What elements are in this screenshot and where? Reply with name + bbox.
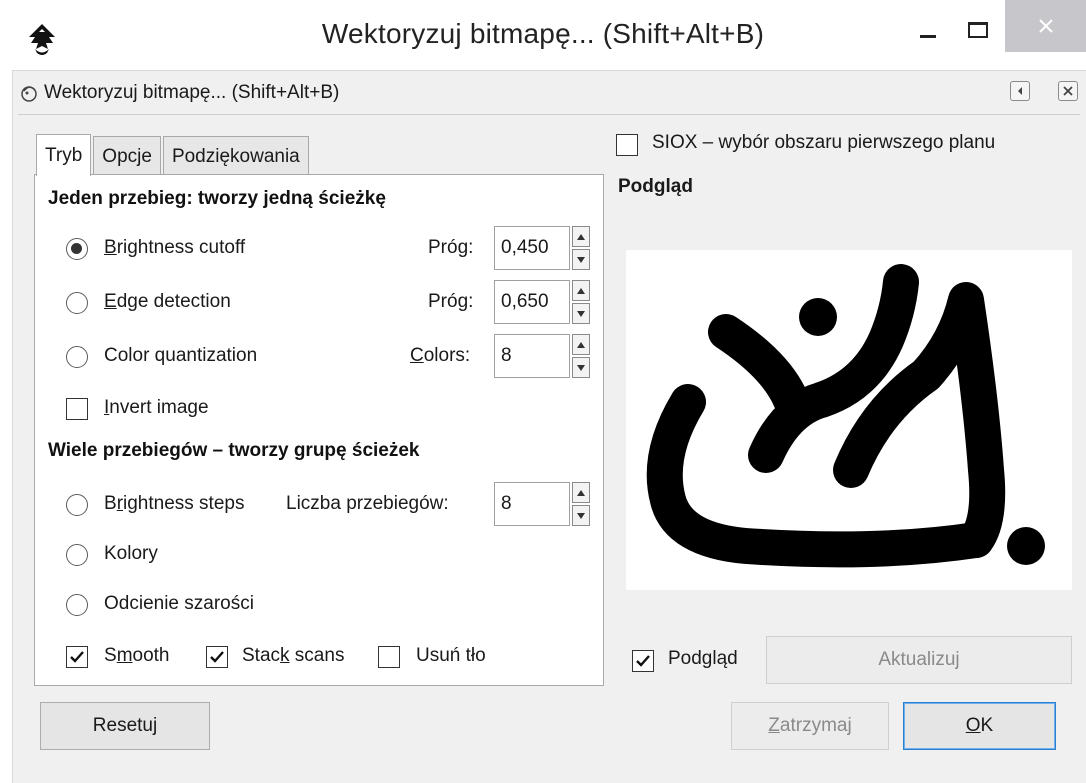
decrement-button[interactable]: [572, 303, 590, 324]
live-preview-checkbox[interactable]: [632, 650, 654, 672]
colors-multi-radio[interactable]: [66, 544, 88, 566]
arrow-down-icon: [577, 310, 585, 317]
dock-close-icon: [1063, 86, 1073, 96]
stack-scans-label[interactable]: Stack scans: [242, 645, 344, 667]
checkmark-icon: [70, 651, 84, 663]
dock-close-button[interactable]: [1058, 81, 1078, 101]
colors-multi-label[interactable]: Kolory: [104, 543, 158, 565]
preview-area: [626, 250, 1072, 590]
grays-radio[interactable]: [66, 594, 88, 616]
stack-scans-checkbox[interactable]: [206, 646, 228, 668]
color-quantization-label[interactable]: Color quantization: [104, 345, 257, 367]
ok-button[interactable]: OK: [903, 702, 1056, 750]
edge-threshold-label: Próg:: [428, 291, 474, 312]
tab-podziekowania[interactable]: Podziękowania: [162, 136, 309, 176]
checkmark-icon: [636, 655, 650, 667]
minimize-icon: [920, 34, 936, 38]
brightness-cutoff-radio[interactable]: [66, 238, 88, 260]
checkmark-icon: [210, 651, 224, 663]
colors-count-stepper: [572, 334, 590, 378]
increment-button[interactable]: [572, 482, 590, 503]
remove-background-checkbox[interactable]: [378, 646, 400, 668]
dock-trace-icon: [21, 86, 37, 102]
edge-detection-label[interactable]: Edge detection: [104, 291, 231, 313]
maximize-icon: [968, 22, 988, 38]
colors-count-input[interactable]: 8: [494, 334, 570, 378]
tab-opcje[interactable]: Opcje: [93, 136, 161, 176]
smooth-label[interactable]: Smooth: [104, 645, 170, 667]
close-button[interactable]: [1005, 0, 1086, 52]
siox-checkbox[interactable]: [616, 134, 638, 156]
dock-iconify-button[interactable]: [1010, 81, 1030, 101]
arrow-up-icon: [577, 341, 585, 348]
traced-shape-preview: [646, 264, 1045, 568]
increment-button[interactable]: [572, 334, 590, 355]
edge-threshold-input[interactable]: 0,650: [494, 280, 570, 324]
update-preview-button[interactable]: Aktualizuj: [766, 636, 1072, 684]
arrow-down-icon: [577, 512, 585, 519]
tab-tryb[interactable]: Tryb: [36, 134, 92, 176]
decrement-button[interactable]: [572, 249, 590, 270]
dock-iconify-icon: [1018, 87, 1022, 95]
scans-count-label: Liczba przebiegów:: [286, 493, 449, 514]
decrement-button[interactable]: [572, 357, 590, 378]
invert-image-checkbox[interactable]: [66, 398, 88, 420]
brightness-steps-label[interactable]: Brightness steps: [104, 493, 244, 515]
arrow-down-icon: [577, 256, 585, 263]
scans-count-input[interactable]: 8: [494, 482, 570, 526]
reset-button[interactable]: Resetuj: [40, 702, 210, 750]
stop-button[interactable]: Zatrzymaj: [731, 702, 889, 750]
siox-label[interactable]: SIOX – wybór obszaru pierwszego planu: [652, 132, 995, 154]
dock-header: Wektoryzuj bitmapę... (Shift+Alt+B): [18, 78, 1086, 108]
preview-title: Podgląd: [618, 176, 693, 197]
minimize-button[interactable]: [905, 12, 951, 48]
multi-scan-title: Wiele przebiegów – tworzy grupę ścieżek: [48, 440, 420, 461]
arrow-up-icon: [577, 287, 585, 294]
brightness-cutoff-label[interactable]: Brightness cutoff: [104, 237, 245, 259]
smooth-checkbox[interactable]: [66, 646, 88, 668]
live-preview-label[interactable]: Podgląd: [668, 648, 738, 670]
invert-image-label[interactable]: Invert image: [104, 397, 209, 419]
arrow-down-icon: [577, 364, 585, 371]
grays-label[interactable]: Odcienie szarości: [104, 593, 254, 615]
increment-button[interactable]: [572, 280, 590, 301]
maximize-button[interactable]: [955, 12, 1001, 48]
close-icon: [1038, 19, 1053, 33]
brightness-threshold-stepper: [572, 226, 590, 270]
brightness-steps-radio[interactable]: [66, 494, 88, 516]
edge-detection-radio[interactable]: [66, 292, 88, 314]
colors-count-label: Colors:: [410, 345, 471, 366]
color-quantization-radio[interactable]: [66, 346, 88, 368]
remove-background-label[interactable]: Usuń tło: [416, 645, 486, 667]
scans-count-stepper: [572, 482, 590, 526]
brightness-threshold-input[interactable]: 0,450: [494, 226, 570, 270]
decrement-button[interactable]: [572, 505, 590, 526]
arrow-up-icon: [577, 233, 585, 240]
tab-bar: Tryb Opcje Podziękowania: [36, 134, 311, 176]
dock-title: Wektoryzuj bitmapę... (Shift+Alt+B): [44, 82, 340, 103]
dock-separator: [18, 114, 1080, 115]
brightness-threshold-label: Próg:: [428, 237, 474, 258]
single-scan-title: Jeden przebieg: tworzy jedną ścieżkę: [48, 188, 386, 209]
arrow-up-icon: [577, 489, 585, 496]
increment-button[interactable]: [572, 226, 590, 247]
edge-threshold-stepper: [572, 280, 590, 324]
